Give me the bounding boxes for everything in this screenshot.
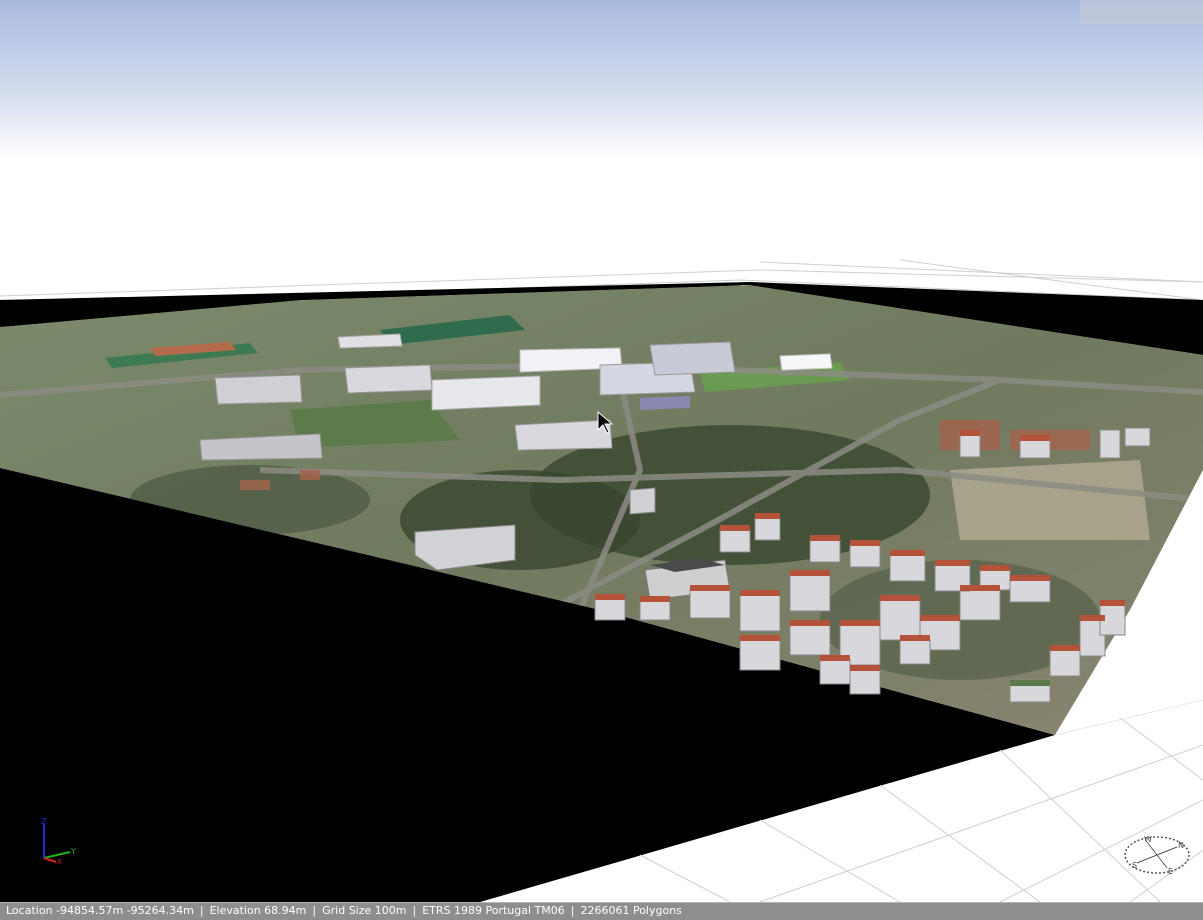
axis-z-label: Z: [41, 817, 47, 826]
status-grid-size: Grid Size 100m: [322, 904, 407, 917]
scene-canvas[interactable]: [0, 0, 1203, 902]
status-crs: ETRS 1989 Portugal TM06: [422, 904, 565, 917]
axis-y-label: Y: [70, 847, 76, 856]
sky: [0, 0, 1203, 160]
status-separator: |: [199, 904, 204, 917]
status-separator: |: [412, 904, 417, 917]
compass-e: E: [1168, 867, 1173, 876]
compass-s: S: [1132, 861, 1137, 870]
axis-x-label: X: [57, 858, 62, 866]
axis-gizmo: Z Y X: [41, 817, 76, 866]
compass-n: N: [1178, 841, 1184, 850]
status-polygon-count: 2266061 Polygons: [580, 904, 682, 917]
status-separator: |: [570, 904, 575, 917]
status-bar: Location -94854.57m -95264.34m | Elevation…: [0, 902, 1203, 920]
status-elevation: Elevation 68.94m: [209, 904, 307, 917]
status-separator: |: [312, 904, 317, 917]
compass-rose-icon[interactable]: N S E W: [1122, 830, 1192, 880]
mouse-cursor-icon: [597, 411, 613, 434]
sky-haze: [1080, 0, 1203, 24]
status-location: Location -94854.57m -95264.34m: [6, 904, 194, 917]
compass-w: W: [1144, 835, 1152, 844]
3d-viewport[interactable]: Z Y X N S E W: [0, 0, 1203, 902]
